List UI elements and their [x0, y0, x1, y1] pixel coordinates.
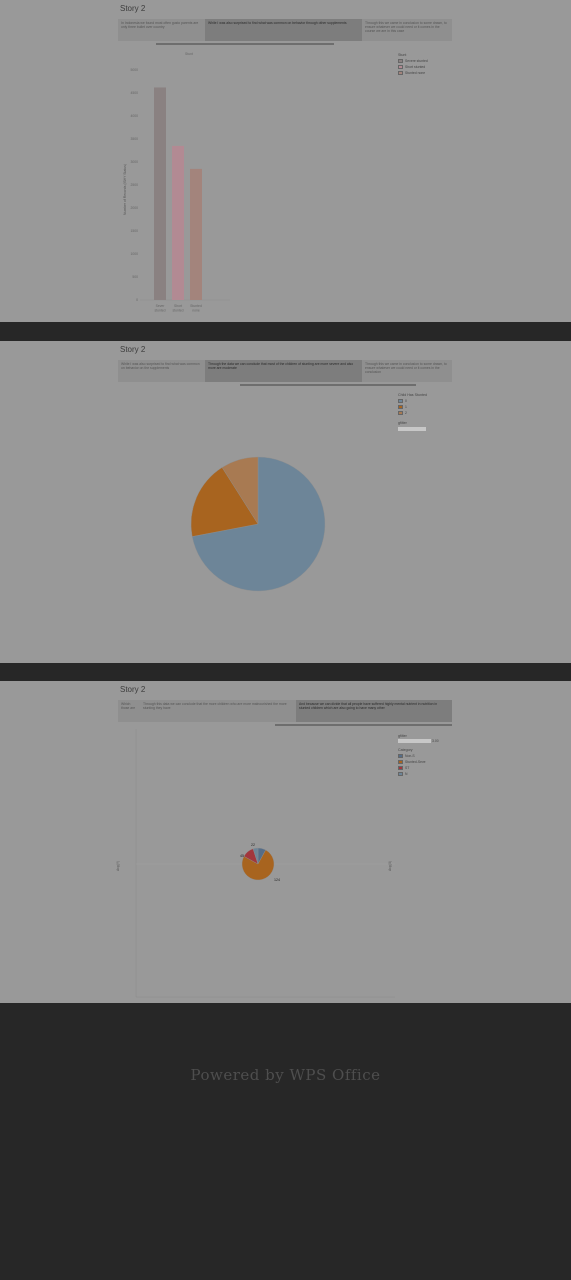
- legend-item[interactable]: Severe stunted: [398, 59, 428, 63]
- filter-slider[interactable]: [398, 739, 431, 743]
- y-tick-label: 0: [136, 298, 138, 302]
- legend-item[interactable]: Stunted-Seve: [398, 760, 426, 764]
- story-point-3[interactable]: Through this we came in conclusion to so…: [362, 19, 452, 41]
- story-page-3: Story 2 Which those are Through this dat…: [0, 681, 571, 1003]
- story-point-1[interactable]: Which those are: [118, 700, 140, 722]
- data-label: 124: [274, 878, 280, 882]
- legend-title: Child Has Stunted: [398, 393, 427, 397]
- legend-item[interactable]: ST: [398, 766, 409, 770]
- story-point-2[interactable]: Through the data we can conclude that mo…: [205, 360, 362, 382]
- legend-title: Stunt: [398, 53, 407, 57]
- filter-slider[interactable]: [398, 427, 426, 431]
- legend-swatch: [398, 411, 403, 415]
- chart-title: Stunt: [185, 52, 193, 56]
- y-tick-label: 5000: [130, 68, 138, 72]
- legend-item[interactable]: 2: [398, 411, 407, 415]
- y-tick-label: 4500: [130, 91, 138, 95]
- powered-by-footer: Powered by WPS Office: [190, 1066, 381, 1084]
- y-tick-label: 3000: [130, 160, 138, 164]
- y-tick-label: 1500: [130, 229, 138, 233]
- x-tick-label: none: [192, 309, 200, 313]
- story-point-1[interactable]: In Indonesia we found most often gusto p…: [118, 19, 205, 41]
- data-label: 45: [240, 854, 244, 858]
- legend-item[interactable]: 0: [398, 399, 407, 403]
- legend-swatch: [398, 59, 403, 63]
- legend-item[interactable]: Short stunted: [398, 65, 425, 69]
- legend-swatch: [398, 766, 403, 770]
- legend-swatch: [398, 760, 403, 764]
- x-tick-label: Sever: [156, 304, 166, 308]
- story-page-1: Story 2 In Indonesia we found most often…: [0, 0, 571, 322]
- story-page-2: Story 2 While I was also surprised to fi…: [0, 341, 571, 663]
- x-tick-label: stunted: [172, 309, 183, 313]
- legend-swatch: [398, 772, 403, 776]
- story-point-1[interactable]: While I was also surprised to find what …: [118, 360, 205, 382]
- story-caption-bar: While I was also surprised to find what …: [118, 360, 452, 382]
- story-title: Story 2: [120, 4, 146, 13]
- y-tick-label: 2500: [130, 183, 138, 187]
- scatter-pie-chart: 22 124 45: [135, 729, 395, 998]
- legend-swatch: [398, 65, 403, 69]
- legend-title: Category: [398, 748, 413, 752]
- legend-swatch: [398, 405, 403, 409]
- y-axis-label: Number of Records (ISHY Status): [123, 163, 127, 215]
- story-title: Story 2: [120, 685, 146, 694]
- legend-item[interactable]: 1: [398, 405, 407, 409]
- legend-swatch: [398, 71, 403, 75]
- active-story-indicator: [156, 43, 334, 45]
- y-tick-label: 500: [132, 275, 138, 279]
- filter-title: gfilter: [398, 421, 407, 425]
- active-story-indicator: [275, 724, 452, 726]
- x-tick-label: Stunted: [190, 304, 202, 308]
- y-tick-label: 2000: [130, 206, 138, 210]
- story-title: Story 2: [120, 345, 146, 354]
- y-axis-label: Avg(Y): [116, 860, 120, 871]
- x-tick-label: stunted: [154, 309, 165, 313]
- active-story-indicator: [240, 384, 416, 386]
- legend-swatch: [398, 399, 403, 403]
- screen: Story 2 In Indonesia we found most often…: [0, 0, 571, 1280]
- story-caption-bar: Which those are Through this data we can…: [118, 700, 452, 722]
- y-tick-label: 4000: [130, 114, 138, 118]
- bar[interactable]: [154, 87, 166, 300]
- bar-chart: Stunt 0 500 1000 1500 2000 2500 3000 3500 4000 450…: [130, 52, 230, 313]
- x-axis-label: Avg(X): [388, 860, 392, 871]
- x-tick-label: Short: [174, 304, 182, 308]
- bar[interactable]: [172, 145, 184, 300]
- legend-item[interactable]: Non-S: [398, 754, 415, 758]
- story-caption-bar: In Indonesia we found most often gusto p…: [118, 19, 452, 41]
- y-tick-label: 3500: [130, 137, 138, 141]
- filter-title: gfilter: [398, 734, 407, 738]
- story-point-3[interactable]: And because we can divide that all peopl…: [296, 700, 452, 722]
- story-point-2[interactable]: While I was also surprised to find what …: [205, 19, 362, 41]
- legend-item[interactable]: N: [398, 772, 407, 776]
- bar[interactable]: [190, 168, 202, 300]
- filter-value: 3.00: [432, 739, 439, 743]
- legend-swatch: [398, 754, 403, 758]
- pie-chart: [190, 456, 326, 592]
- story-point-3[interactable]: Through this we came in conclusion to so…: [362, 360, 452, 382]
- story-point-2[interactable]: Through this data we can conclude that t…: [140, 700, 296, 722]
- data-label: 22: [251, 843, 255, 847]
- legend-item[interactable]: Stunted none: [398, 71, 425, 75]
- y-tick-label: 1000: [130, 252, 138, 256]
